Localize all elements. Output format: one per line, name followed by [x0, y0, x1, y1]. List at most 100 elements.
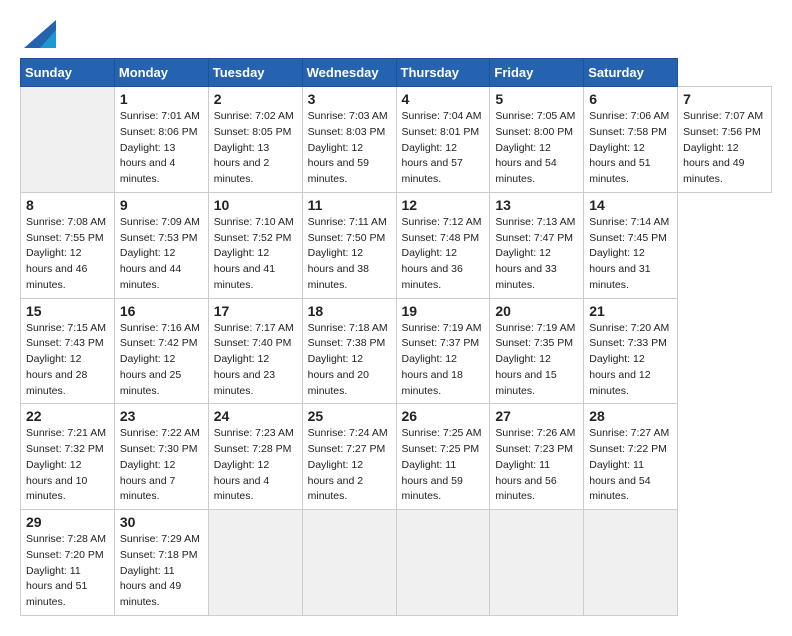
sunset: Sunset: 7:25 PM [402, 442, 485, 458]
sun-info: Sunrise: 7:29 AM Sunset: 7:18 PM Dayligh… [120, 532, 203, 611]
calendar-cell: 13 Sunrise: 7:13 AM Sunset: 7:47 PM Dayl… [490, 192, 584, 298]
sunset: Sunset: 7:56 PM [683, 125, 766, 141]
sun-info: Sunrise: 7:23 AM Sunset: 7:28 PM Dayligh… [214, 426, 297, 505]
sun-info: Sunrise: 7:01 AM Sunset: 8:06 PM Dayligh… [120, 109, 203, 188]
sunset: Sunset: 7:43 PM [26, 336, 109, 352]
sun-info: Sunrise: 7:06 AM Sunset: 7:58 PM Dayligh… [589, 109, 672, 188]
day-number: 11 [308, 197, 391, 213]
sun-info: Sunrise: 7:15 AM Sunset: 7:43 PM Dayligh… [26, 321, 109, 400]
day-number: 29 [26, 514, 109, 530]
daylight: Daylight: 12 hours and 46 minutes. [26, 246, 109, 293]
sunrise: Sunrise: 7:14 AM [589, 215, 672, 231]
day-number: 25 [308, 408, 391, 424]
sunrise: Sunrise: 7:26 AM [495, 426, 578, 442]
col-header-saturday: Saturday [584, 59, 678, 87]
daylight: Daylight: 12 hours and 49 minutes. [683, 141, 766, 188]
sunrise: Sunrise: 7:09 AM [120, 215, 203, 231]
daylight: Daylight: 12 hours and 51 minutes. [589, 141, 672, 188]
sun-info: Sunrise: 7:21 AM Sunset: 7:32 PM Dayligh… [26, 426, 109, 505]
day-number: 27 [495, 408, 578, 424]
day-number: 4 [402, 91, 485, 107]
sunset: Sunset: 7:58 PM [589, 125, 672, 141]
day-number: 6 [589, 91, 672, 107]
daylight: Daylight: 12 hours and 15 minutes. [495, 352, 578, 399]
daylight: Daylight: 11 hours and 56 minutes. [495, 458, 578, 505]
calendar-cell [21, 87, 115, 193]
calendar-cell: 26 Sunrise: 7:25 AM Sunset: 7:25 PM Dayl… [396, 404, 490, 510]
sun-info: Sunrise: 7:24 AM Sunset: 7:27 PM Dayligh… [308, 426, 391, 505]
sun-info: Sunrise: 7:02 AM Sunset: 8:05 PM Dayligh… [214, 109, 297, 188]
week-row-5: 29 Sunrise: 7:28 AM Sunset: 7:20 PM Dayl… [21, 510, 772, 616]
sunset: Sunset: 7:52 PM [214, 231, 297, 247]
sunset: Sunset: 7:20 PM [26, 548, 109, 564]
sunrise: Sunrise: 7:03 AM [308, 109, 391, 125]
calendar-cell [302, 510, 396, 616]
day-number: 19 [402, 303, 485, 319]
col-header-sunday: Sunday [21, 59, 115, 87]
day-number: 12 [402, 197, 485, 213]
sunrise: Sunrise: 7:01 AM [120, 109, 203, 125]
calendar-cell: 16 Sunrise: 7:16 AM Sunset: 7:42 PM Dayl… [114, 298, 208, 404]
daylight: Daylight: 12 hours and 44 minutes. [120, 246, 203, 293]
day-number: 5 [495, 91, 578, 107]
day-number: 21 [589, 303, 672, 319]
daylight: Daylight: 12 hours and 20 minutes. [308, 352, 391, 399]
calendar-cell: 23 Sunrise: 7:22 AM Sunset: 7:30 PM Dayl… [114, 404, 208, 510]
daylight: Daylight: 12 hours and 2 minutes. [308, 458, 391, 505]
day-number: 22 [26, 408, 109, 424]
calendar-cell: 19 Sunrise: 7:19 AM Sunset: 7:37 PM Dayl… [396, 298, 490, 404]
sun-info: Sunrise: 7:07 AM Sunset: 7:56 PM Dayligh… [683, 109, 766, 188]
calendar-cell: 11 Sunrise: 7:11 AM Sunset: 7:50 PM Dayl… [302, 192, 396, 298]
sunset: Sunset: 7:47 PM [495, 231, 578, 247]
sunset: Sunset: 7:55 PM [26, 231, 109, 247]
day-number: 28 [589, 408, 672, 424]
sun-info: Sunrise: 7:20 AM Sunset: 7:33 PM Dayligh… [589, 321, 672, 400]
sun-info: Sunrise: 7:09 AM Sunset: 7:53 PM Dayligh… [120, 215, 203, 294]
calendar-cell [490, 510, 584, 616]
sunset: Sunset: 7:53 PM [120, 231, 203, 247]
calendar-cell: 5 Sunrise: 7:05 AM Sunset: 8:00 PM Dayli… [490, 87, 584, 193]
sunrise: Sunrise: 7:21 AM [26, 426, 109, 442]
day-number: 3 [308, 91, 391, 107]
sunset: Sunset: 7:22 PM [589, 442, 672, 458]
daylight: Daylight: 12 hours and 28 minutes. [26, 352, 109, 399]
logo-icon [24, 20, 56, 48]
week-row-3: 15 Sunrise: 7:15 AM Sunset: 7:43 PM Dayl… [21, 298, 772, 404]
calendar-cell [584, 510, 678, 616]
sun-info: Sunrise: 7:05 AM Sunset: 8:00 PM Dayligh… [495, 109, 578, 188]
calendar-cell: 24 Sunrise: 7:23 AM Sunset: 7:28 PM Dayl… [208, 404, 302, 510]
week-row-4: 22 Sunrise: 7:21 AM Sunset: 7:32 PM Dayl… [21, 404, 772, 510]
sun-info: Sunrise: 7:26 AM Sunset: 7:23 PM Dayligh… [495, 426, 578, 505]
calendar-cell: 9 Sunrise: 7:09 AM Sunset: 7:53 PM Dayli… [114, 192, 208, 298]
daylight: Daylight: 12 hours and 18 minutes. [402, 352, 485, 399]
day-number: 18 [308, 303, 391, 319]
sunset: Sunset: 7:50 PM [308, 231, 391, 247]
sun-info: Sunrise: 7:27 AM Sunset: 7:22 PM Dayligh… [589, 426, 672, 505]
daylight: Daylight: 12 hours and 12 minutes. [589, 352, 672, 399]
header-row: SundayMondayTuesdayWednesdayThursdayFrid… [21, 59, 772, 87]
sun-info: Sunrise: 7:25 AM Sunset: 7:25 PM Dayligh… [402, 426, 485, 505]
sunset: Sunset: 7:32 PM [26, 442, 109, 458]
sunrise: Sunrise: 7:13 AM [495, 215, 578, 231]
week-row-1: 1 Sunrise: 7:01 AM Sunset: 8:06 PM Dayli… [21, 87, 772, 193]
calendar-table: SundayMondayTuesdayWednesdayThursdayFrid… [20, 58, 772, 616]
day-number: 26 [402, 408, 485, 424]
calendar-cell: 17 Sunrise: 7:17 AM Sunset: 7:40 PM Dayl… [208, 298, 302, 404]
sunrise: Sunrise: 7:10 AM [214, 215, 297, 231]
sunset: Sunset: 7:35 PM [495, 336, 578, 352]
calendar-cell: 4 Sunrise: 7:04 AM Sunset: 8:01 PM Dayli… [396, 87, 490, 193]
sun-info: Sunrise: 7:14 AM Sunset: 7:45 PM Dayligh… [589, 215, 672, 294]
sunrise: Sunrise: 7:24 AM [308, 426, 391, 442]
sunrise: Sunrise: 7:19 AM [495, 321, 578, 337]
sunrise: Sunrise: 7:05 AM [495, 109, 578, 125]
sun-info: Sunrise: 7:16 AM Sunset: 7:42 PM Dayligh… [120, 321, 203, 400]
calendar-cell: 18 Sunrise: 7:18 AM Sunset: 7:38 PM Dayl… [302, 298, 396, 404]
day-number: 20 [495, 303, 578, 319]
sunrise: Sunrise: 7:07 AM [683, 109, 766, 125]
sunset: Sunset: 7:18 PM [120, 548, 203, 564]
calendar-cell: 10 Sunrise: 7:10 AM Sunset: 7:52 PM Dayl… [208, 192, 302, 298]
sun-info: Sunrise: 7:10 AM Sunset: 7:52 PM Dayligh… [214, 215, 297, 294]
daylight: Daylight: 11 hours and 54 minutes. [589, 458, 672, 505]
sun-info: Sunrise: 7:18 AM Sunset: 7:38 PM Dayligh… [308, 321, 391, 400]
logo [20, 20, 56, 48]
